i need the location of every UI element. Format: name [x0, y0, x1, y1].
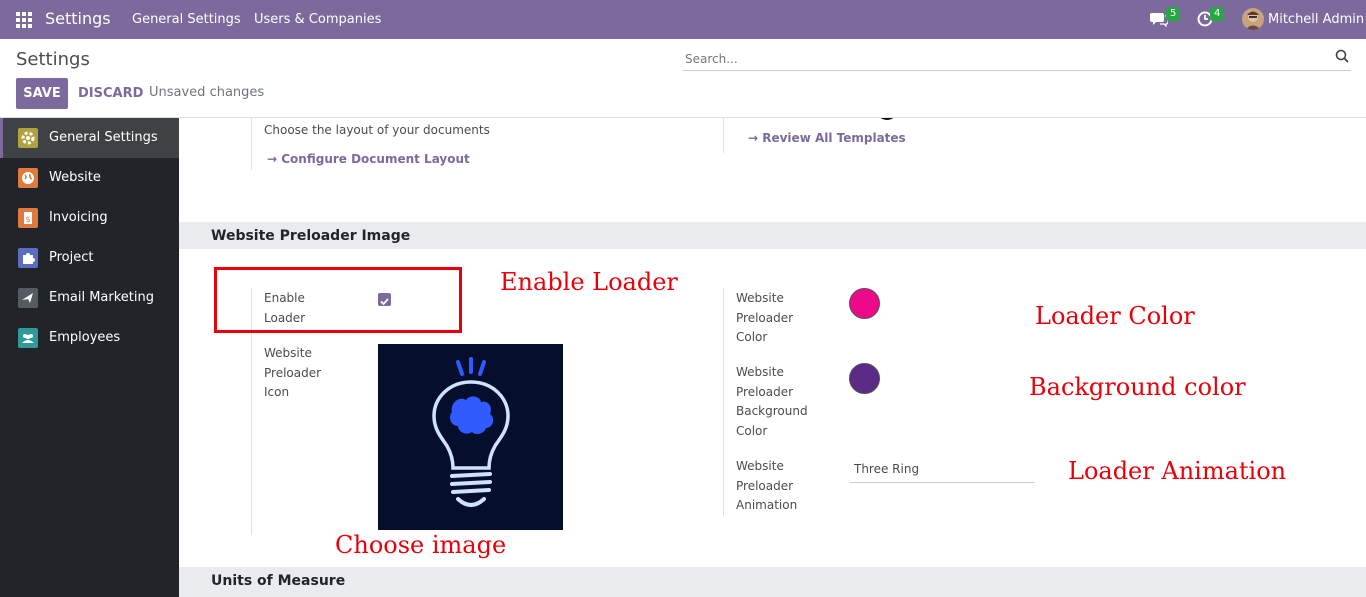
document-layout-description: Choose the layout of your documents — [264, 123, 490, 137]
messages-badge: 5 — [1166, 7, 1181, 21]
annotation-loader-animation: Loader Animation — [1068, 457, 1287, 485]
divider — [723, 118, 724, 153]
preloader-icon-label: Website Preloader Icon — [264, 346, 322, 399]
preloader-color-label: Website Preloader Color — [736, 291, 794, 344]
globe-icon — [18, 168, 38, 188]
arrow-right-icon: → — [267, 152, 282, 166]
sidebar-item-project[interactable]: Project — [0, 238, 179, 278]
section-title-preloader: Website Preloader Image — [211, 228, 411, 244]
annotation-background-color: Background color — [1029, 373, 1246, 401]
sidebar-item-label: Employees — [49, 330, 121, 345]
settings-sidebar: General Settings Website $ Invoicing Pro… — [0, 118, 179, 597]
section-title-units: Units of Measure — [211, 573, 346, 589]
review-all-templates-link[interactable]: → Review All Templates — [748, 131, 906, 145]
activities-badge: 4 — [1210, 7, 1225, 21]
lightbulb-brain-icon — [432, 357, 510, 507]
svg-text:$: $ — [25, 215, 30, 224]
preloader-color-swatch[interactable] — [849, 288, 880, 319]
configure-document-layout-link[interactable]: → Configure Document Layout — [267, 152, 470, 166]
search-input[interactable] — [685, 49, 1305, 69]
search-bar — [683, 47, 1351, 71]
preloader-animation-label: Website Preloader Animation — [736, 459, 798, 512]
settings-content: Choose the layout of your documents → Co… — [179, 118, 1366, 597]
sidebar-item-invoicing[interactable]: $ Invoicing — [0, 198, 179, 238]
annotation-choose-image: Choose image — [335, 531, 507, 559]
annotation-enable-loader: Enable Loader — [500, 268, 678, 296]
sidebar-item-website[interactable]: Website — [0, 158, 179, 198]
sidebar-item-email-marketing[interactable]: Email Marketing — [0, 278, 179, 318]
sidebar-item-label: Email Marketing — [49, 290, 154, 305]
review-all-templates-label: Review All Templates — [762, 131, 906, 145]
control-panel: Settings SAVE DISCARD Unsaved changes — [0, 39, 1366, 118]
sidebar-item-label: Website — [49, 170, 101, 185]
enable-loader-highlight-box — [214, 267, 462, 333]
user-name[interactable]: Mitchell Admin — [1268, 12, 1364, 27]
top-navbar: Settings General Settings Users & Compan… — [0, 0, 1366, 39]
apps-menu-icon[interactable] — [16, 12, 32, 28]
sidebar-item-label: Invoicing — [49, 210, 108, 225]
menu-general-settings[interactable]: General Settings — [132, 12, 241, 27]
gear-icon — [18, 128, 38, 148]
divider — [723, 288, 724, 516]
unsaved-status: Unsaved changes — [149, 85, 265, 100]
mail-icon — [18, 288, 38, 308]
user-avatar[interactable] — [1242, 8, 1264, 30]
sidebar-item-employees[interactable]: Employees — [0, 318, 179, 358]
app-title[interactable]: Settings — [45, 9, 111, 28]
menu-users-companies[interactable]: Users & Companies — [254, 12, 381, 27]
preloader-bg-color-swatch[interactable] — [849, 363, 880, 394]
sidebar-item-general-settings[interactable]: General Settings — [0, 118, 179, 158]
arrow-right-icon: → — [748, 131, 763, 145]
configure-document-layout-label: Configure Document Layout — [281, 152, 470, 166]
people-icon — [18, 328, 38, 348]
page-title: Settings — [16, 49, 90, 70]
preloader-icon-image[interactable] — [378, 344, 563, 530]
divider — [251, 118, 252, 170]
section-header-units — [179, 567, 1366, 597]
invoice-icon: $ — [18, 208, 38, 228]
discard-button[interactable]: DISCARD — [78, 86, 143, 101]
search-icon[interactable] — [1335, 49, 1349, 63]
annotation-loader-color: Loader Color — [1035, 302, 1195, 330]
template-preview-icon — [876, 118, 898, 120]
puzzle-icon — [18, 248, 38, 268]
save-button[interactable]: SAVE — [16, 78, 68, 109]
sidebar-item-label: General Settings — [49, 130, 158, 145]
preloader-animation-select[interactable]: Three Ring — [850, 461, 1035, 483]
preloader-bg-color-label: Website Preloader Background Color — [736, 365, 808, 438]
sidebar-item-label: Project — [49, 250, 94, 265]
